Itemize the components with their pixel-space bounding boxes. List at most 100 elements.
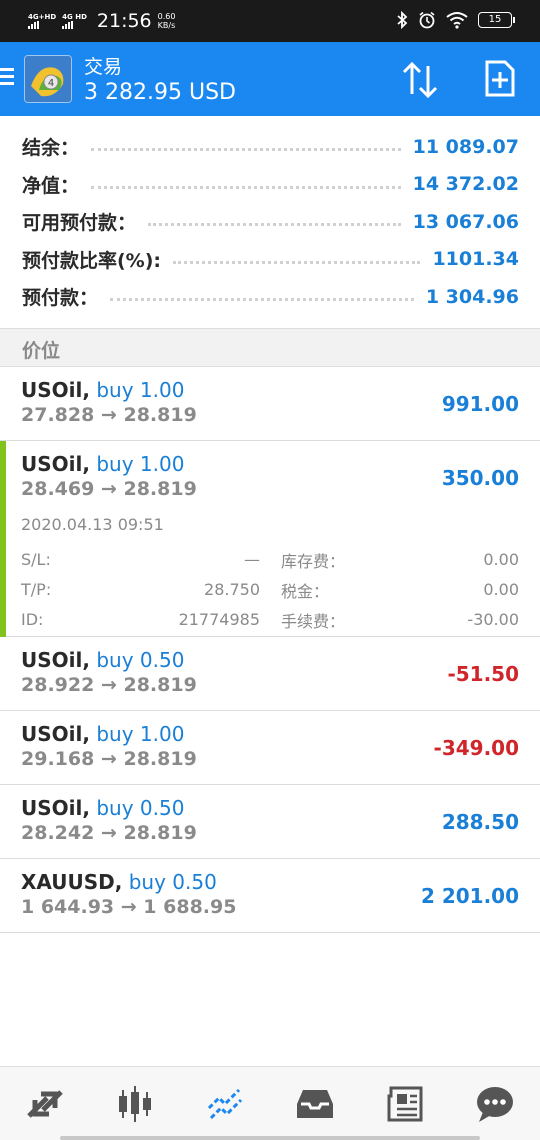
position-prices: 29.168 → 28.819 (21, 747, 197, 770)
network-indicator-2: 4G HD (62, 13, 87, 29)
dotted-leader (148, 223, 401, 227)
position-profit: 991.00 (441, 391, 519, 416)
nav-chat[interactable] (450, 1067, 540, 1140)
summary-value: 14 372.02 (412, 173, 519, 196)
commission-label: 手续费： (281, 611, 346, 631)
position-profit: 2 201.00 (420, 883, 519, 908)
position-type: buy 0.50 (128, 869, 217, 894)
take-profit-label: T/P: (21, 580, 52, 599)
position-prices: 27.828 → 28.819 (21, 403, 197, 426)
nav-news[interactable] (360, 1067, 450, 1140)
position-prices: 28.469 → 28.819 (21, 477, 197, 500)
summary-value: 1 304.96 (425, 285, 519, 308)
bottom-navigation (0, 1066, 540, 1140)
commission-value: -30.00 (467, 610, 519, 629)
trade-icon (207, 1088, 243, 1119)
swap-label: 库存费： (281, 551, 346, 571)
app-bar: 4 交易 3 282.95 USD (0, 42, 540, 116)
summary-value: 1101.34 (432, 248, 519, 271)
battery-icon: 15 (478, 12, 515, 28)
menu-icon[interactable] (0, 68, 14, 89)
history-inbox-icon (297, 1089, 333, 1118)
speed-value: 0.60 (157, 12, 176, 21)
bluetooth-icon (397, 11, 408, 29)
position-symbol: USOil, (21, 451, 90, 476)
detail-row: T/P: 28.750 税金： 0.00 (21, 575, 519, 605)
id-label: ID: (21, 610, 44, 629)
signal-icon (28, 21, 56, 29)
dotted-leader (110, 298, 414, 302)
account-balance: 3 282.95 USD (84, 80, 236, 105)
dotted-leader (91, 185, 401, 189)
stop-loss-label: S/L: (21, 550, 51, 569)
home-indicator (60, 1136, 480, 1140)
position-row-expanded[interactable]: USOil, buy 1.00 28.469 → 28.819 350.00 2… (0, 440, 540, 637)
speed-unit: KB/s (157, 21, 176, 30)
account-summary: 结余： 11 089.07 净值： 14 372.02 可用预付款： 13 06… (0, 116, 540, 316)
position-type: buy 0.50 (96, 795, 185, 820)
status-bar: 4G+HD 4G HD 21:56 0.60 KB/s 15 (0, 0, 540, 42)
position-type: buy 1.00 (96, 721, 185, 746)
summary-value: 11 089.07 (412, 135, 519, 158)
network-type-1: 4G+HD (28, 13, 57, 21)
clock: 21:56 (96, 10, 152, 32)
position-profit: 288.50 (441, 809, 519, 834)
summary-row-balance: 结余： 11 089.07 (0, 128, 540, 166)
wifi-icon (446, 12, 468, 29)
summary-row-margin-level: 预付款比率(%): 1101.34 (0, 241, 540, 279)
nav-charts[interactable] (90, 1067, 180, 1140)
nav-history[interactable] (270, 1067, 360, 1140)
chart-candles-icon (119, 1085, 151, 1122)
signal-icon (62, 21, 87, 29)
summary-label: 净值： (22, 174, 80, 197)
position-type: buy 1.00 (96, 377, 185, 402)
page-title: 交易 (84, 56, 123, 78)
position-symbol: USOil, (21, 647, 90, 672)
network-indicator: 4G+HD (28, 13, 56, 29)
position-prices: 28.242 → 28.819 (21, 821, 197, 844)
position-prices: 1 644.93 → 1 688.95 (21, 895, 237, 918)
dotted-leader (91, 148, 401, 152)
alarm-icon (419, 11, 435, 29)
nav-quotes[interactable] (0, 1067, 90, 1140)
position-open-time: 2020.04.13 09:51 (21, 514, 164, 534)
position-symbol: USOil, (21, 721, 90, 746)
position-profit: 350.00 (441, 465, 519, 490)
section-header-positions: 价位 (0, 327, 540, 367)
chat-icon (477, 1086, 513, 1122)
stop-loss-value: — (244, 550, 260, 569)
quotes-icon (27, 1089, 63, 1118)
positions-list: USOil, buy 1.00 27.828 → 28.819 991.00 U… (0, 367, 540, 933)
dotted-leader (173, 260, 421, 264)
summary-label: 可用预付款： (22, 212, 137, 235)
position-symbol: XAUUSD, (21, 869, 123, 894)
position-row[interactable]: USOil, buy 1.00 29.168 → 28.819 -349.00 (0, 711, 540, 785)
position-prices: 28.922 → 28.819 (21, 673, 197, 696)
summary-row-margin: 预付款： 1 304.96 (0, 278, 540, 316)
position-type: buy 0.50 (96, 647, 185, 672)
position-profit: -349.00 (433, 735, 519, 760)
position-row[interactable]: USOil, buy 0.50 28.922 → 28.819 -51.50 (0, 637, 540, 711)
position-row[interactable]: USOil, buy 0.50 28.242 → 28.819 288.50 (0, 785, 540, 859)
svg-text:4: 4 (48, 78, 54, 89)
position-row[interactable]: XAUUSD, buy 0.50 1 644.93 → 1 688.95 2 2… (0, 859, 540, 933)
summary-row-free-margin: 可用预付款： 13 067.06 (0, 203, 540, 241)
tax-label: 税金： (281, 581, 330, 601)
swap-value: 0.00 (483, 550, 519, 569)
summary-value: 13 067.06 (412, 210, 519, 233)
sort-icon[interactable] (400, 60, 440, 100)
network-speed: 0.60 KB/s (158, 12, 176, 30)
id-value: 21774985 (178, 610, 260, 629)
position-row[interactable]: USOil, buy 1.00 27.828 → 28.819 991.00 (0, 367, 540, 441)
detail-row: S/L: — 库存费： 0.00 (21, 545, 519, 575)
summary-label: 预付款比率(%): (22, 249, 162, 272)
position-profit: -51.50 (447, 661, 519, 686)
position-type: buy 1.00 (96, 451, 185, 476)
new-order-icon[interactable] (484, 60, 516, 98)
tax-value: 0.00 (483, 580, 519, 599)
news-icon (387, 1086, 423, 1121)
summary-label: 预付款： (22, 287, 99, 310)
take-profit-value: 28.750 (204, 580, 260, 599)
summary-row-equity: 净值： 14 372.02 (0, 166, 540, 204)
nav-trade[interactable] (180, 1067, 270, 1140)
